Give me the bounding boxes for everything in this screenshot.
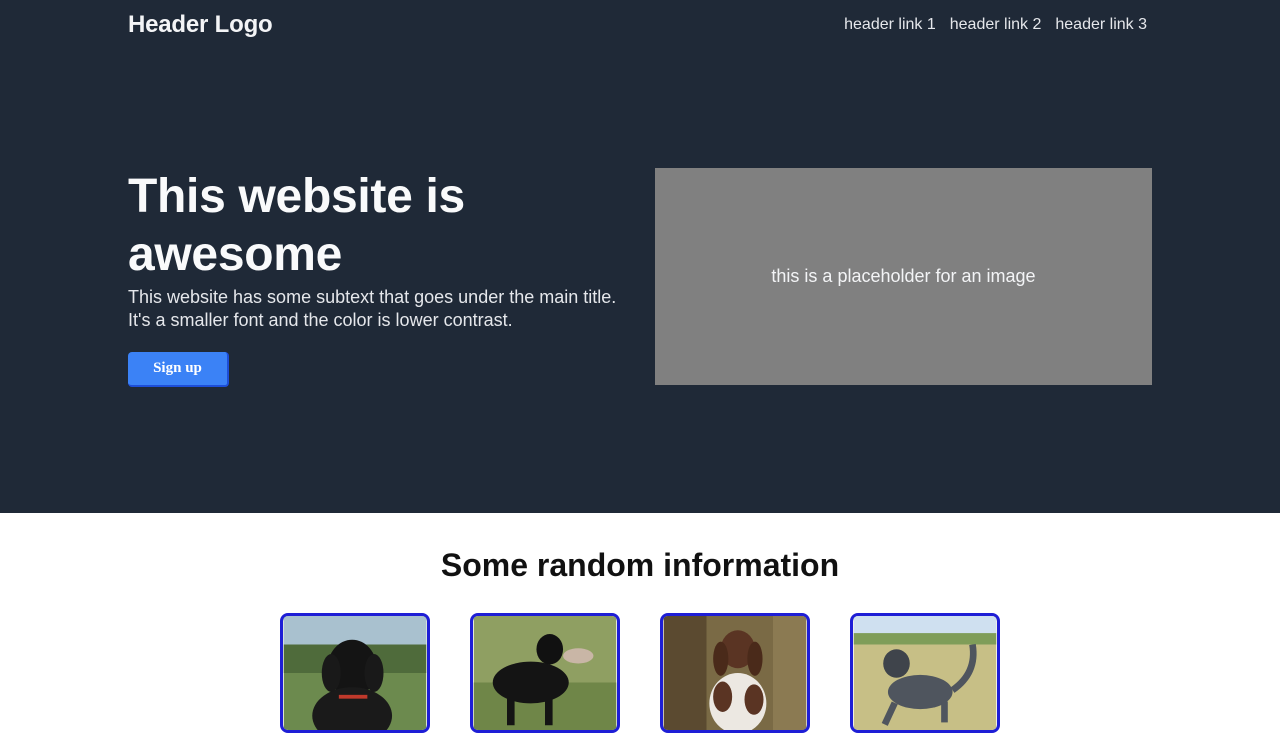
card-black-poodle bbox=[280, 613, 430, 733]
header-link-2[interactable]: header link 2 bbox=[950, 16, 1042, 34]
header-logo[interactable]: Header Logo bbox=[128, 11, 273, 39]
card-black-dog-bird bbox=[470, 613, 620, 733]
black-poodle-photo bbox=[283, 616, 427, 730]
hero-title: This website is awesome bbox=[128, 170, 465, 281]
image-placeholder: this is a placeholder for an image bbox=[655, 168, 1152, 385]
header-nav: header link 1 header link 2 header link … bbox=[844, 16, 1147, 34]
placeholder-text: this is a placeholder for an image bbox=[771, 266, 1036, 286]
info-title: Some random information bbox=[440, 547, 840, 583]
black-dog-with-bird-photo bbox=[473, 616, 617, 730]
header: Header Logo header link 1 header link 2 … bbox=[128, 0, 1152, 50]
header-link-3[interactable]: header link 3 bbox=[1055, 16, 1147, 34]
card-row bbox=[280, 613, 1000, 733]
hero-section: Header Logo header link 1 header link 2 … bbox=[0, 0, 1280, 513]
hero-subtitle: This website has some subtext that goes … bbox=[128, 287, 617, 330]
gray-poodle-running-photo bbox=[853, 616, 997, 730]
card-gray-poodle bbox=[850, 613, 1000, 733]
header-link-1[interactable]: header link 1 bbox=[844, 16, 936, 34]
info-section: Some random information bbox=[0, 513, 1280, 733]
brown-white-spaniel-photo bbox=[663, 616, 807, 730]
card-brown-spaniel bbox=[660, 613, 810, 733]
sign-up-button[interactable]: Sign up bbox=[128, 352, 229, 387]
hero-text: This website is awesome This website has… bbox=[128, 168, 628, 387]
